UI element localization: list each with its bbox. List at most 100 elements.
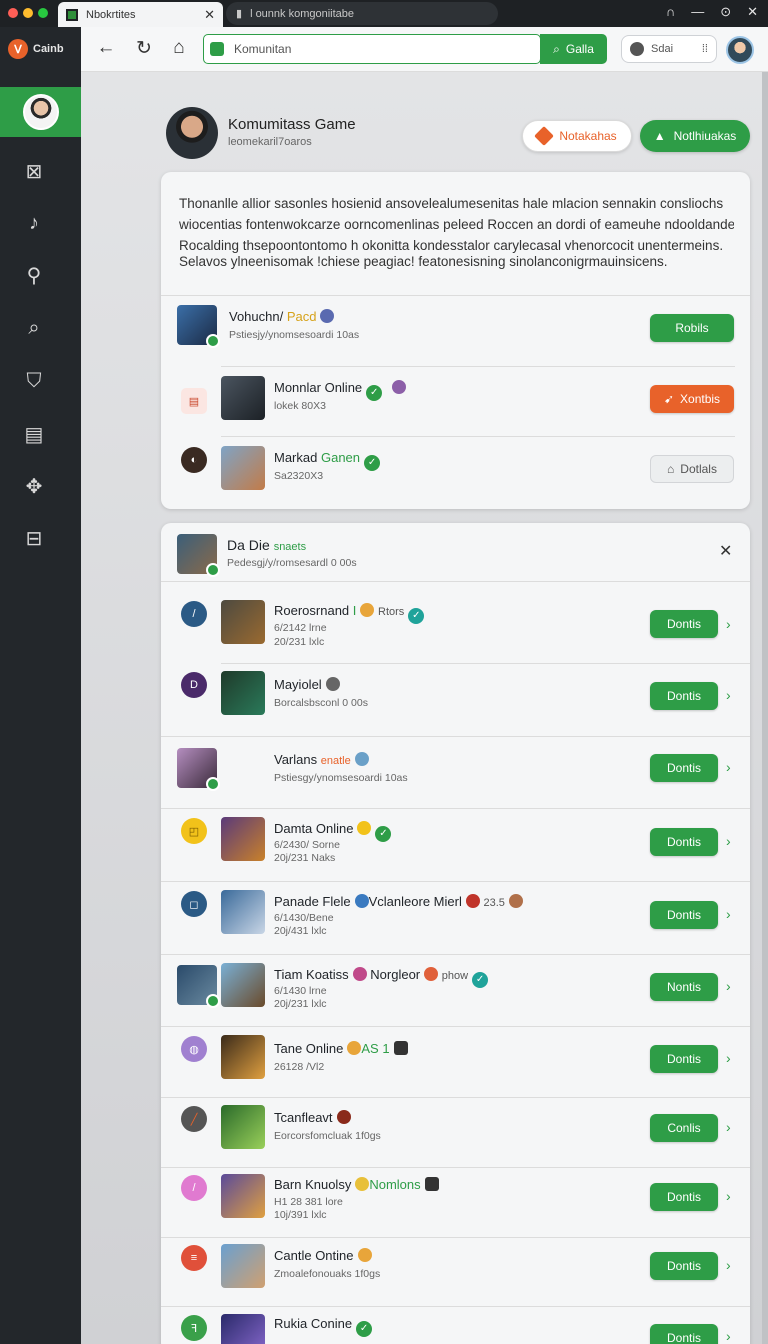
chevron-right-icon[interactable]: › bbox=[726, 687, 731, 703]
row-action-button[interactable]: Dontis bbox=[650, 1324, 718, 1344]
game-icon: / bbox=[181, 1175, 207, 1201]
search-pill[interactable]: Sdai ⁞⁞ bbox=[621, 35, 717, 63]
row-action-button[interactable]: Robils bbox=[650, 314, 734, 342]
row-action-button[interactable]: Dontis bbox=[650, 1183, 718, 1211]
row-subtitle: 20j/231 lxlc bbox=[274, 998, 327, 1010]
list-item[interactable]: ◐ Markad Ganen ✓ Sa2320X3 ⌂ Dotlals bbox=[161, 436, 750, 506]
online-badge bbox=[206, 994, 220, 1008]
list-item[interactable]: ▤ Monnlar Online ✓ lokek 80X3 ➹ Xontbis bbox=[161, 366, 750, 436]
row-action-button[interactable]: Dontis bbox=[650, 1045, 718, 1073]
clock-icon[interactable]: ⊙ bbox=[720, 4, 731, 20]
chevron-right-icon[interactable]: › bbox=[726, 1119, 731, 1135]
scrollbar[interactable] bbox=[762, 72, 768, 1344]
joystick-icon[interactable]: ♪ bbox=[20, 209, 48, 237]
chevron-right-icon[interactable]: › bbox=[726, 1188, 731, 1204]
game-thumbnail bbox=[221, 1244, 265, 1288]
search-icon[interactable]: ⌕ bbox=[20, 314, 48, 342]
list-item[interactable]: Tiam Koatiss Norgleor phow ✓ 6/1430 lrne … bbox=[161, 954, 750, 1024]
minimize-icon[interactable]: — bbox=[691, 4, 704, 20]
game-thumbnail bbox=[221, 963, 265, 1007]
sidebar-profile[interactable] bbox=[0, 87, 81, 137]
list-item[interactable]: ╱ Tcanfleavt Eorcorsfomcluak 1f0gs Conli… bbox=[161, 1097, 750, 1167]
row-title: Roerosrnand I Rtors ✓ bbox=[274, 603, 425, 624]
list-item[interactable]: ꟻ Rukia Conine ✓ Dontis › bbox=[161, 1306, 750, 1344]
row-subtitle: 6/2430/ Sorne bbox=[274, 839, 340, 851]
chevron-right-icon[interactable]: › bbox=[726, 833, 731, 849]
network-icon[interactable]: ✥ bbox=[20, 472, 48, 500]
list-item[interactable]: Vohuchn/ Pacd Pstiesjy/ynomsesoardi 10as… bbox=[161, 295, 750, 365]
row-avatar bbox=[177, 748, 220, 791]
list-item[interactable]: ◍ Tane Online AS 1 26128 /Vl2 Dontis › bbox=[161, 1026, 750, 1096]
tab-close-icon[interactable]: ✕ bbox=[204, 7, 215, 23]
list-item[interactable]: D Mayiolel Borcalsbsconl 0 00s Dontis › bbox=[161, 663, 750, 733]
list-item[interactable]: ≡ Cantle Ontine Zmoalefonouaks 1f0gs Don… bbox=[161, 1237, 750, 1307]
close-icon[interactable]: ✕ bbox=[719, 541, 732, 561]
chevron-right-icon[interactable]: › bbox=[726, 1050, 731, 1066]
list-item[interactable]: / Roerosrnand I Rtors ✓ 6/2142 lrne 20/23… bbox=[161, 583, 750, 653]
row-subtitle: 10j/391 lxlc bbox=[274, 1209, 327, 1221]
row-action-button[interactable]: Dontis bbox=[650, 901, 718, 929]
ball-icon bbox=[325, 677, 340, 691]
wrench-icon[interactable]: ⚲ bbox=[20, 261, 48, 289]
row-action-button[interactable]: Dontis bbox=[650, 610, 718, 638]
account-avatar[interactable] bbox=[726, 36, 754, 64]
verified-icon: ✓ bbox=[408, 608, 425, 624]
table-icon[interactable]: ▤ bbox=[20, 420, 48, 448]
row-subtitle: 20/231 lxlc bbox=[274, 636, 325, 648]
close-window-dot[interactable] bbox=[8, 8, 18, 18]
home-icon[interactable]: ⌂ bbox=[167, 37, 191, 59]
maximize-window-dot[interactable] bbox=[38, 8, 48, 18]
row-title: Markad Ganen ✓ bbox=[274, 450, 381, 471]
minimize-window-dot[interactable] bbox=[23, 8, 33, 18]
notify2-label: Notlhiuakas bbox=[673, 129, 737, 143]
address-bar[interactable]: Komunitan bbox=[203, 34, 541, 64]
tab-active[interactable]: Nbokrtites ✕ bbox=[58, 2, 223, 27]
tab-inactive[interactable]: ▮ l ounnk komgoniitabe bbox=[226, 2, 498, 25]
badge-icon bbox=[352, 967, 367, 981]
game-icon: ◍ bbox=[181, 1036, 207, 1062]
row-action-button[interactable]: Dontis bbox=[650, 682, 718, 710]
more-icon[interactable]: ⁞⁞ bbox=[702, 43, 708, 55]
chevron-right-icon[interactable]: › bbox=[726, 978, 731, 994]
online-badge bbox=[206, 777, 220, 791]
chevron-right-icon[interactable]: › bbox=[726, 1257, 731, 1273]
brand[interactable]: ᐯ Cainb bbox=[8, 39, 64, 59]
headphones-icon[interactable]: ∩ bbox=[666, 4, 675, 20]
chevron-right-icon[interactable]: › bbox=[726, 906, 731, 922]
go-button[interactable]: ⌕ Galla bbox=[540, 34, 607, 64]
close-icon[interactable]: ✕ bbox=[747, 4, 758, 20]
chevron-right-icon[interactable]: › bbox=[726, 616, 731, 632]
profile-subtitle: leomekaril7oaros bbox=[228, 136, 312, 148]
back-icon[interactable]: ← bbox=[94, 37, 118, 59]
list-item[interactable]: Varlans enatle Pstiesgy/ynomsesoardi 10a… bbox=[161, 736, 750, 806]
cart-icon[interactable]: ⛉ bbox=[20, 367, 48, 395]
notify-button[interactable]: Notakahas bbox=[522, 120, 632, 152]
notify-button-2[interactable]: ▲ Notlhiuakas bbox=[640, 120, 750, 152]
row-action-button[interactable]: Conlis bbox=[650, 1114, 718, 1142]
row-action-button[interactable]: Dontis bbox=[650, 1252, 718, 1280]
list-item[interactable]: ◻ Panade Flele Vclanleore Mierl 23.5 6/14… bbox=[161, 881, 750, 951]
chevron-right-icon[interactable]: › bbox=[726, 1328, 731, 1344]
reload-icon[interactable]: ↻ bbox=[132, 37, 156, 60]
game-icon: ◻ bbox=[181, 891, 207, 917]
tag-icon bbox=[534, 126, 555, 146]
row-action-button[interactable]: ⌂ Dotlals bbox=[650, 455, 734, 483]
list-item[interactable]: ◰ Damta Online ✓ 6/2430/ Sorne 20j/231 Na… bbox=[161, 808, 750, 878]
site-icon bbox=[210, 42, 224, 56]
row-action-button[interactable]: Dontis bbox=[650, 828, 718, 856]
inbox-icon[interactable]: ⊠ bbox=[20, 157, 48, 185]
row-subtitle: 6/2142 lrne bbox=[274, 622, 327, 634]
card-avatar bbox=[177, 534, 220, 577]
row-title: Monnlar Online ✓ bbox=[274, 380, 407, 401]
row-action-button[interactable]: ➹ Xontbis bbox=[650, 385, 734, 413]
row-action-button[interactable]: Nontis bbox=[650, 973, 718, 1001]
row-avatar bbox=[177, 305, 220, 348]
description: Thonanlle allior sasonles hosienid ansov… bbox=[179, 193, 734, 256]
document-icon[interactable]: ⊟ bbox=[20, 524, 48, 552]
chevron-right-icon[interactable]: › bbox=[726, 759, 731, 775]
list-item[interactable]: / Barn Knuolsy Nomlons H1 28 381 lore 10j… bbox=[161, 1167, 750, 1237]
brand-logo-icon: ᐯ bbox=[8, 39, 28, 59]
row-action-button[interactable]: Dontis bbox=[650, 754, 718, 782]
online-badge bbox=[206, 334, 220, 348]
row-title: Cantle Ontine bbox=[274, 1248, 372, 1263]
